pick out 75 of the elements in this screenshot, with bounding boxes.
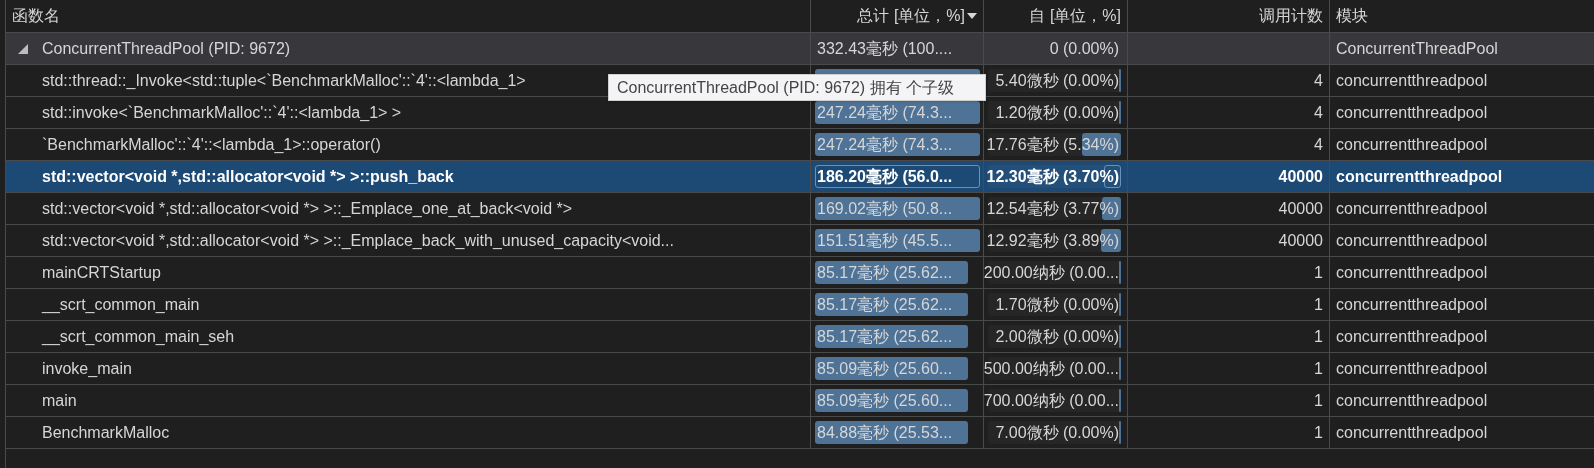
call-count: 40000 xyxy=(1278,230,1323,251)
total-time: 247.24毫秒 (74.3... xyxy=(816,134,953,155)
self-time: 500.00纳秒 (0.00... xyxy=(983,358,1120,379)
column-header[interactable]: 总计 [单位，%] xyxy=(857,4,977,28)
call-count: 1 xyxy=(1314,262,1323,283)
function-name: invoke_main xyxy=(42,358,132,379)
module-name: concurrentthreadpool xyxy=(1336,422,1488,443)
module-name: concurrentthreadpool xyxy=(1336,390,1488,411)
self-time: 1.70微秒 (0.00%) xyxy=(995,294,1120,315)
module-name: concurrentthreadpool xyxy=(1336,262,1488,283)
module-name: concurrentthreadpool xyxy=(1336,70,1488,91)
total-time: 151.51毫秒 (45.5... xyxy=(816,230,953,251)
function-name: mainCRTStartup xyxy=(42,262,161,283)
self-time: 2.00微秒 (0.00%) xyxy=(995,326,1120,347)
total-time: 85.09毫秒 (25.60... xyxy=(816,390,953,411)
total-time: 85.17毫秒 (25.62... xyxy=(816,326,953,347)
table-row[interactable]: main 85.09毫秒 (25.60... 700.00纳秒 (0.00... 1 concurrentthreadpool xyxy=(6,385,1594,417)
column-header[interactable]: 调用计数 xyxy=(1259,4,1323,28)
call-count: 40000 xyxy=(1278,198,1323,219)
module-name: concurrentthreadpool xyxy=(1336,102,1488,123)
call-count: 1 xyxy=(1314,326,1323,347)
table-row[interactable]: BenchmarkMalloc 84.88毫秒 (25.53... 7.00微秒 (0.00%) 1 concurrentthreadpool xyxy=(6,417,1594,449)
self-time: 700.00纳秒 (0.00... xyxy=(983,390,1120,411)
function-name: std::vector<void *,std::allocator<void *> >::_Emplace_one_at_back<void *> xyxy=(42,198,573,219)
module-name: concurrentthreadpool xyxy=(1336,358,1488,379)
table-row[interactable]: ConcurrentThreadPool (PID: 9672) 332.43毫秒 (100.... 0 (0.00%) ConcurrentThreadPool xyxy=(6,33,1594,65)
self-time: 5.40微秒 (0.00%) xyxy=(995,70,1120,91)
total-time: 84.88毫秒 (25.53... xyxy=(816,422,953,443)
total-time: 247.24毫秒 (74.3... xyxy=(816,102,953,123)
call-count: 4 xyxy=(1314,70,1323,91)
call-count: 4 xyxy=(1314,102,1323,123)
module-name: ConcurrentThreadPool xyxy=(1336,38,1498,59)
function-name: __scrt_common_main_seh xyxy=(42,326,235,347)
column-header[interactable]: 函数名 xyxy=(12,4,60,28)
table-row[interactable]: __scrt_common_main 85.17毫秒 (25.62... 1.70微秒 (0.00%) 1 concurrentthreadpool xyxy=(6,289,1594,321)
table-row[interactable]: mainCRTStartup 85.17毫秒 (25.62... 200.00纳秒 (0.00... 1 concurrentthreadpool xyxy=(6,257,1594,289)
column-header[interactable]: 自 [单位，%] xyxy=(1029,4,1121,28)
function-name: std::thread::_Invoke<std::tuple<`BenchmarkMalloc'::`4'::<lambda_1> xyxy=(42,70,526,91)
function-name: std::invoke<`BenchmarkMalloc'::`4'::<lambda_1> > xyxy=(42,102,402,123)
module-name: concurrentthreadpool xyxy=(1336,134,1488,155)
call-count: 1 xyxy=(1314,422,1323,443)
function-name: std::vector<void *,std::allocator<void *> >::push_back xyxy=(42,166,454,187)
table-row[interactable]: std::vector<void *,std::allocator<void *> >::push_back 186.20毫秒 (56.0... 12.30毫秒 (3.70%) 40000 concurrentthreadpool xyxy=(6,161,1594,193)
function-name: std::vector<void *,std::allocator<void *> >::_Emplace_back_with_unused_capacity<void... xyxy=(42,230,674,251)
module-name: concurrentthreadpool xyxy=(1336,230,1488,251)
call-count: 40000 xyxy=(1278,166,1323,187)
self-time: 1.20微秒 (0.00%) xyxy=(995,102,1120,123)
table-row[interactable]: __scrt_common_main_seh 85.17毫秒 (25.62... 2.00微秒 (0.00%) 1 concurrentthreadpool xyxy=(6,321,1594,353)
self-time: 7.00微秒 (0.00%) xyxy=(995,422,1120,443)
module-name: concurrentthreadpool xyxy=(1336,326,1488,347)
total-time: 186.20毫秒 (56.0... xyxy=(816,166,953,187)
module-name: concurrentthreadpool xyxy=(1336,166,1503,187)
module-name: concurrentthreadpool xyxy=(1336,198,1488,219)
self-time: 0 (0.00%) xyxy=(1049,38,1120,59)
call-count: 1 xyxy=(1314,358,1323,379)
function-name: __scrt_common_main xyxy=(42,294,200,315)
function-name: ConcurrentThreadPool (PID: 9672) xyxy=(42,38,291,59)
call-count: 4 xyxy=(1314,134,1323,155)
total-time: 85.17毫秒 (25.62... xyxy=(816,262,953,283)
module-name: concurrentthreadpool xyxy=(1336,294,1488,315)
total-time: 169.02毫秒 (50.8... xyxy=(816,198,953,219)
call-count: 1 xyxy=(1314,294,1323,315)
table-row[interactable]: invoke_main 85.09毫秒 (25.60... 500.00纳秒 (0.00... 1 concurrentthreadpool xyxy=(6,353,1594,385)
function-name: BenchmarkMalloc xyxy=(42,422,170,443)
expanded-triangle-icon[interactable] xyxy=(18,43,28,54)
tooltip: ConcurrentThreadPool (PID: 9672) 拥有 个子级 xyxy=(608,74,986,101)
self-time: 200.00纳秒 (0.00... xyxy=(983,262,1120,283)
total-time: 85.17毫秒 (25.62... xyxy=(816,294,953,315)
total-time: 332.43毫秒 (100.... xyxy=(816,38,953,59)
call-count: 1 xyxy=(1314,390,1323,411)
self-time: 12.30毫秒 (3.70%) xyxy=(986,166,1120,187)
function-name: `BenchmarkMalloc'::`4'::<lambda_1>::operator() xyxy=(42,134,381,155)
total-time: 85.09毫秒 (25.60... xyxy=(816,358,953,379)
function-name: main xyxy=(42,390,77,411)
column-header[interactable]: 模块 xyxy=(1336,4,1368,28)
